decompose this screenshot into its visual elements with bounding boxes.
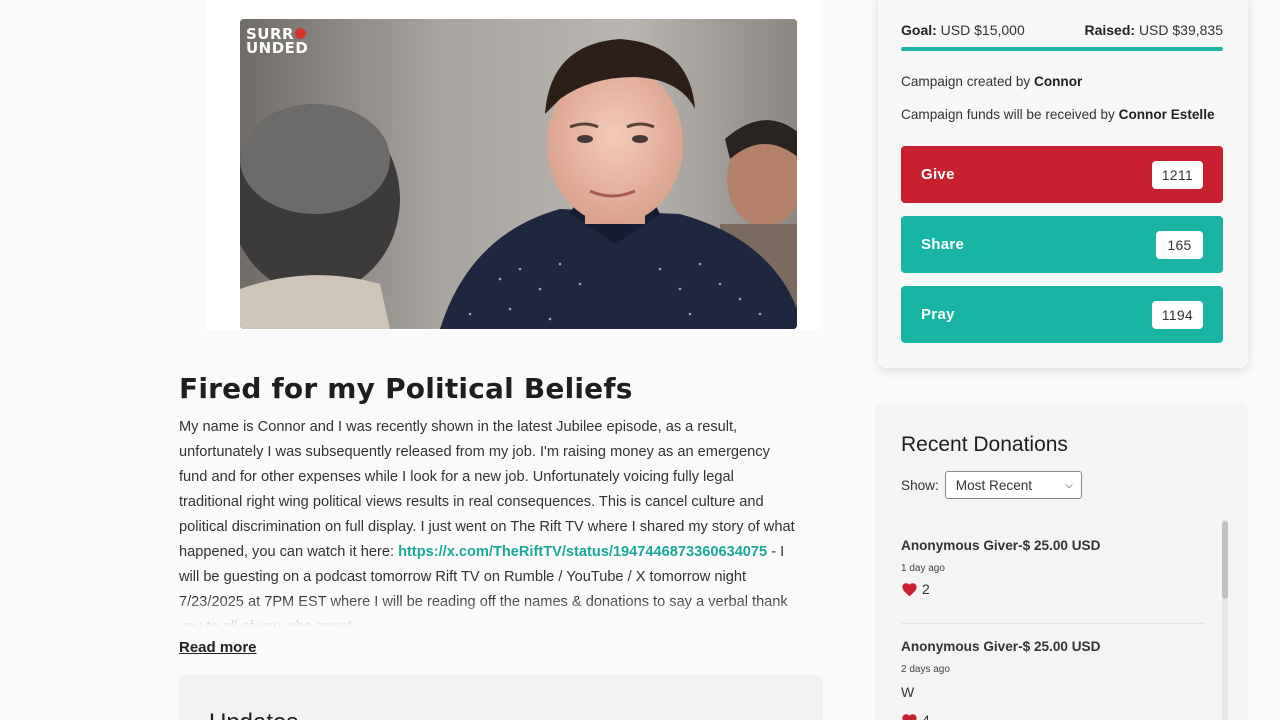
pray-count: 1194 (1151, 300, 1203, 329)
campaign-article: Fired for my Political Beliefs My name i… (179, 372, 799, 627)
share-label: Share (921, 236, 965, 253)
like-count: 2 (922, 581, 930, 597)
give-label: Give (921, 166, 955, 183)
story-text: My name is Connor and I was recently sho… (179, 419, 795, 560)
sort-selected-value: Most Recent (955, 477, 1033, 493)
donation-list: Anonymous Giver-$ 25.00 USD 1 day ago 2 … (901, 523, 1205, 720)
campaign-creator: Campaign created by Connor (901, 74, 1083, 89)
read-more-link[interactable]: Read more (179, 639, 257, 656)
updates-title: Updates (209, 709, 298, 720)
heart-icon (902, 582, 917, 596)
campaign-video[interactable]: SURR UNDED (240, 19, 797, 329)
like-count: 4 (922, 712, 930, 720)
share-button[interactable]: Share 165 (901, 216, 1223, 273)
donation-item: Anonymous Giver-$ 25.00 USD 1 day ago 2 (901, 523, 1205, 624)
campaign-title: Fired for my Political Beliefs (179, 372, 633, 405)
donation-item: Anonymous Giver-$ 25.00 USD 2 days ago W… (901, 624, 1205, 720)
chevron-down-icon: ⌵ (1065, 479, 1073, 491)
campaign-summary-card: Goal: USD $15,000 Raised: USD $39,835 Ca… (878, 0, 1248, 368)
funding-progress-bar (901, 47, 1223, 51)
raised-amount: Raised: USD $39,835 (1084, 22, 1223, 38)
pray-label: Pray (921, 306, 955, 323)
donor-amount: Anonymous Giver-$ 25.00 USD (901, 538, 1101, 553)
give-button[interactable]: Give 1211 (901, 146, 1223, 203)
updates-section: Updates (179, 675, 823, 720)
donor-amount: Anonymous Giver-$ 25.00 USD (901, 639, 1101, 654)
video-watermark-logo: SURR UNDED (246, 25, 309, 57)
donations-sort-select[interactable]: Most Recent ⌵ (944, 471, 1082, 499)
show-label: Show: (901, 477, 939, 493)
heart-icon (902, 713, 917, 720)
goal-raised-row: Goal: USD $15,000 Raised: USD $39,835 (901, 22, 1223, 38)
share-count: 165 (1156, 230, 1203, 259)
recent-donations-card: Recent Donations Show: Most Recent ⌵ Ano… (875, 403, 1248, 720)
like-button[interactable]: 4 (901, 712, 930, 720)
campaign-recipient: Campaign funds will be received by Conno… (901, 107, 1215, 122)
video-frame-image (240, 19, 797, 329)
funding-progress-fill (901, 47, 1223, 51)
donation-time: 1 day ago (901, 563, 945, 574)
goal-amount: Goal: USD $15,000 (901, 22, 1025, 38)
give-count: 1211 (1151, 160, 1203, 189)
donations-scrollbar-thumb[interactable] (1222, 521, 1228, 599)
donation-message: W (901, 684, 915, 700)
like-button[interactable]: 2 (901, 581, 930, 597)
pray-button[interactable]: Pray 1194 (901, 286, 1223, 343)
recent-donations-title: Recent Donations (901, 433, 1068, 456)
campaign-story: My name is Connor and I was recently sho… (179, 415, 799, 627)
donations-scrollbar[interactable] (1222, 519, 1228, 720)
donation-time: 2 days ago (901, 664, 950, 675)
donations-filter: Show: Most Recent ⌵ (901, 471, 1082, 499)
story-link[interactable]: https://x.com/TheRiftTV/status/194744687… (398, 544, 767, 560)
